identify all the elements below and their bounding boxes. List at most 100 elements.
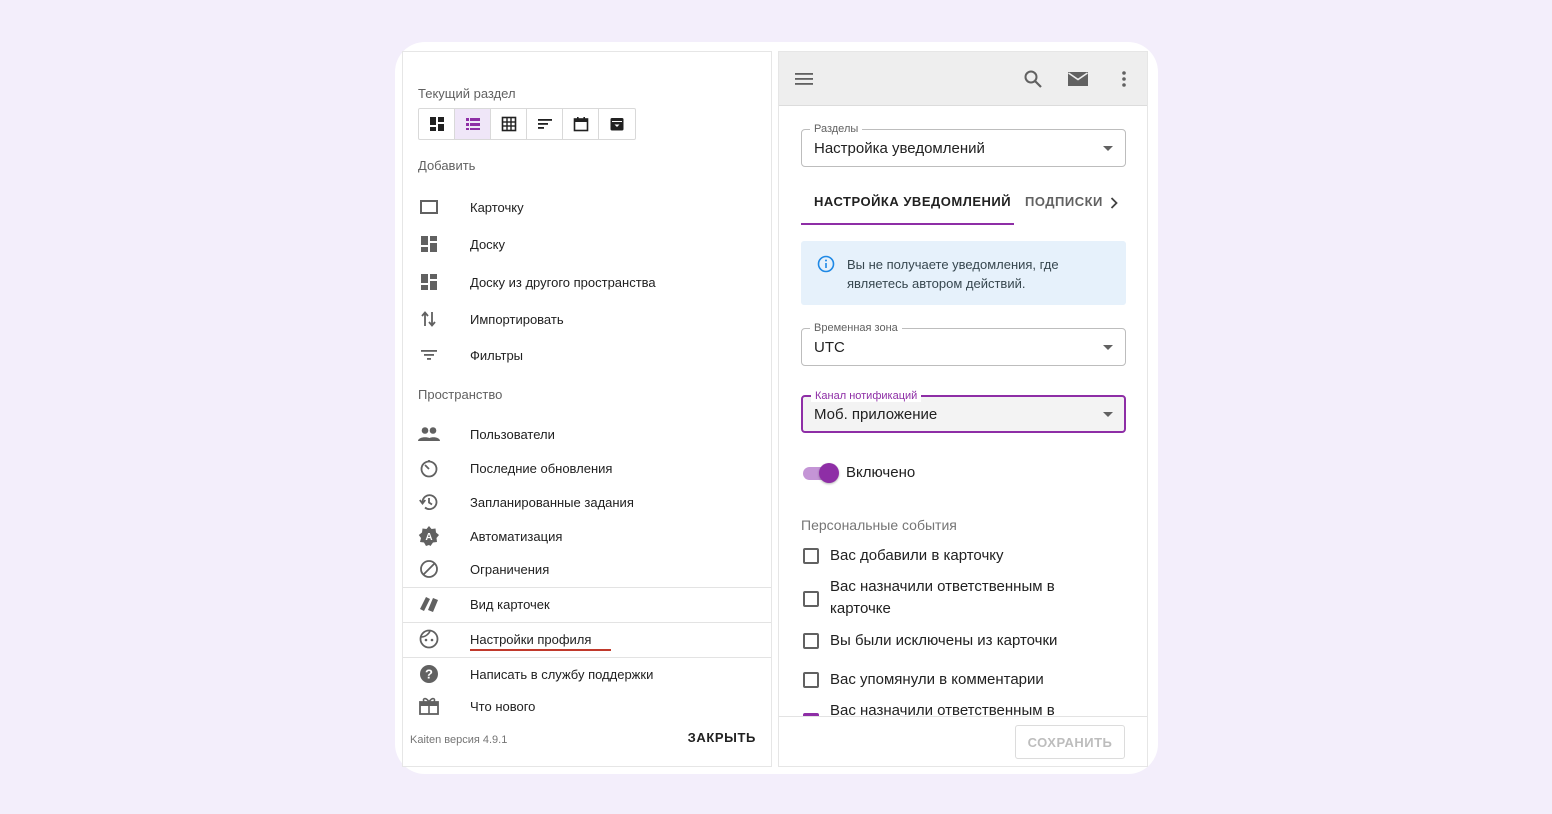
add-board-item[interactable]: Доску — [418, 229, 771, 259]
current-section-label: Текущий раздел — [418, 86, 516, 101]
enabled-toggle[interactable] — [801, 462, 841, 484]
gift-icon — [418, 695, 440, 717]
notification-channel-value: Моб. приложение — [814, 406, 938, 423]
menu-item-label: Доску из другого пространства — [470, 274, 656, 290]
support-item[interactable]: ? Написать в службу поддержки — [418, 659, 771, 689]
menu-item-label: Карточку — [470, 199, 524, 215]
history-icon — [418, 491, 440, 513]
search-icon[interactable] — [1022, 68, 1044, 90]
info-text: Вы не получаете уведомления, где являете… — [847, 257, 1059, 291]
checkbox-mentioned-in-comment[interactable] — [803, 672, 819, 688]
close-button[interactable]: ЗАКРЫТЬ — [688, 730, 756, 745]
personal-events-heading: Персональные события — [801, 517, 957, 533]
save-button[interactable]: СОХРАНИТЬ — [1015, 725, 1125, 759]
menu-item-label: Фильтры — [470, 347, 524, 363]
menu-item-label: Последние обновления — [470, 460, 613, 476]
enabled-toggle-label: Включено — [846, 464, 916, 481]
users-item[interactable]: Пользователи — [418, 419, 771, 449]
timer-icon — [418, 457, 440, 479]
table-view-button[interactable] — [491, 109, 527, 139]
space-section-label: Пространство — [418, 387, 503, 402]
menu-item-label: Ограничения — [470, 561, 550, 577]
board-icon — [418, 233, 440, 255]
scheduled-tasks-item[interactable]: Запланированные задания — [418, 487, 771, 517]
whats-new-item[interactable]: Что нового — [418, 691, 771, 721]
menu-item-label: Настройки профиля — [470, 631, 592, 647]
menu-item-label: Что нового — [470, 698, 536, 714]
import-icon — [418, 308, 440, 330]
menu-item-label: Автоматизация — [470, 528, 563, 544]
svg-text:A: A — [425, 532, 432, 543]
checkbox-assigned-responsible[interactable] — [803, 591, 819, 607]
add-card-item[interactable]: Карточку — [418, 192, 771, 222]
users-icon — [418, 423, 440, 445]
more-vert-icon[interactable] — [1113, 68, 1135, 90]
card-icon — [418, 196, 440, 218]
timezone-select-value: UTC — [814, 339, 845, 356]
automation-item[interactable]: A Автоматизация — [418, 521, 771, 551]
timezone-select[interactable]: Временная зона UTC — [801, 322, 1126, 366]
list-view-button[interactable] — [455, 109, 491, 139]
archive-view-button[interactable] — [599, 109, 635, 139]
cards-view-icon — [418, 593, 440, 615]
sections-select-value: Настройка уведомлений — [814, 140, 985, 157]
side-menu-panel: Текущий раздел Добавить Карточку Доску Д… — [402, 51, 772, 767]
chevron-right-icon[interactable] — [1109, 196, 1121, 210]
recent-updates-item[interactable]: Последние обновления — [418, 453, 771, 483]
list-icon — [465, 118, 480, 130]
menu-item-label: Доску — [470, 236, 506, 252]
menu-icon[interactable] — [793, 68, 815, 90]
menu-item-label: Пользователи — [470, 426, 555, 442]
divider — [403, 657, 771, 658]
checkbox-label: Вы были исключены из карточки — [830, 632, 1058, 649]
checkbox-label: Вас назначили ответственным в карточке — [830, 578, 1055, 617]
board-copy-icon — [418, 271, 440, 293]
checkbox-added-to-card[interactable] — [803, 548, 819, 564]
checkbox-removed-from-card[interactable] — [803, 633, 819, 649]
dropdown-arrow-icon — [1103, 146, 1113, 151]
automation-icon: A — [418, 525, 440, 547]
sections-select[interactable]: Разделы Настройка уведомлений — [801, 123, 1126, 167]
version-text: Kaiten версия 4.9.1 — [410, 734, 508, 746]
block-icon — [418, 558, 440, 580]
table-icon — [501, 116, 516, 132]
timezone-select-label: Временная зона — [810, 322, 902, 334]
import-item[interactable]: Импортировать — [418, 304, 771, 334]
tab-subscriptions[interactable]: ПОДПИСКИ — [1025, 194, 1103, 209]
dashboard-view-button[interactable] — [419, 109, 455, 139]
archive-icon — [610, 118, 624, 131]
cards-view-item[interactable]: Вид карточек — [418, 589, 771, 619]
menu-item-label: Написать в службу поддержки — [470, 666, 654, 682]
divider — [403, 587, 771, 588]
sort-icon — [537, 119, 552, 129]
notification-channel-select[interactable]: Канал нотификаций Моб. приложение — [801, 390, 1126, 433]
svg-text:?: ? — [425, 667, 433, 682]
tab-indicator — [801, 223, 1014, 225]
sections-select-label: Разделы — [810, 123, 863, 135]
calendar-view-button[interactable] — [563, 109, 599, 139]
info-icon — [817, 255, 835, 278]
menu-item-label: Запланированные задания — [470, 494, 634, 510]
bottom-action-bar: СОХРАНИТЬ — [779, 716, 1147, 766]
app-bar — [779, 52, 1147, 106]
help-icon: ? — [418, 663, 440, 685]
view-switcher — [418, 108, 636, 140]
filters-item[interactable]: Фильтры — [418, 340, 771, 370]
notification-channel-label: Канал нотификаций — [811, 390, 922, 402]
calendar-icon — [573, 117, 588, 132]
add-board-from-space-item[interactable]: Доску из другого пространства — [418, 267, 771, 297]
add-section-label: Добавить — [418, 158, 476, 173]
notification-settings-panel: Разделы Настройка уведомлений НАСТРОЙКА … — [778, 51, 1148, 767]
dashboard-icon — [429, 117, 444, 131]
menu-item-label: Вид карточек — [470, 596, 550, 612]
divider — [403, 622, 771, 623]
checkbox-label: Вас упомянули в комментарии — [830, 671, 1044, 688]
filter-icon — [418, 344, 440, 366]
sort-view-button[interactable] — [527, 109, 563, 139]
restrictions-item[interactable]: Ограничения — [418, 554, 771, 584]
mail-icon[interactable] — [1067, 68, 1089, 90]
info-alert: Вы не получаете уведомления, где являете… — [801, 241, 1126, 305]
tab-notification-settings[interactable]: НАСТРОЙКА УВЕДОМЛЕНИЙ — [814, 194, 1011, 209]
toggle-knob — [819, 463, 839, 483]
dropdown-arrow-icon — [1103, 345, 1113, 350]
